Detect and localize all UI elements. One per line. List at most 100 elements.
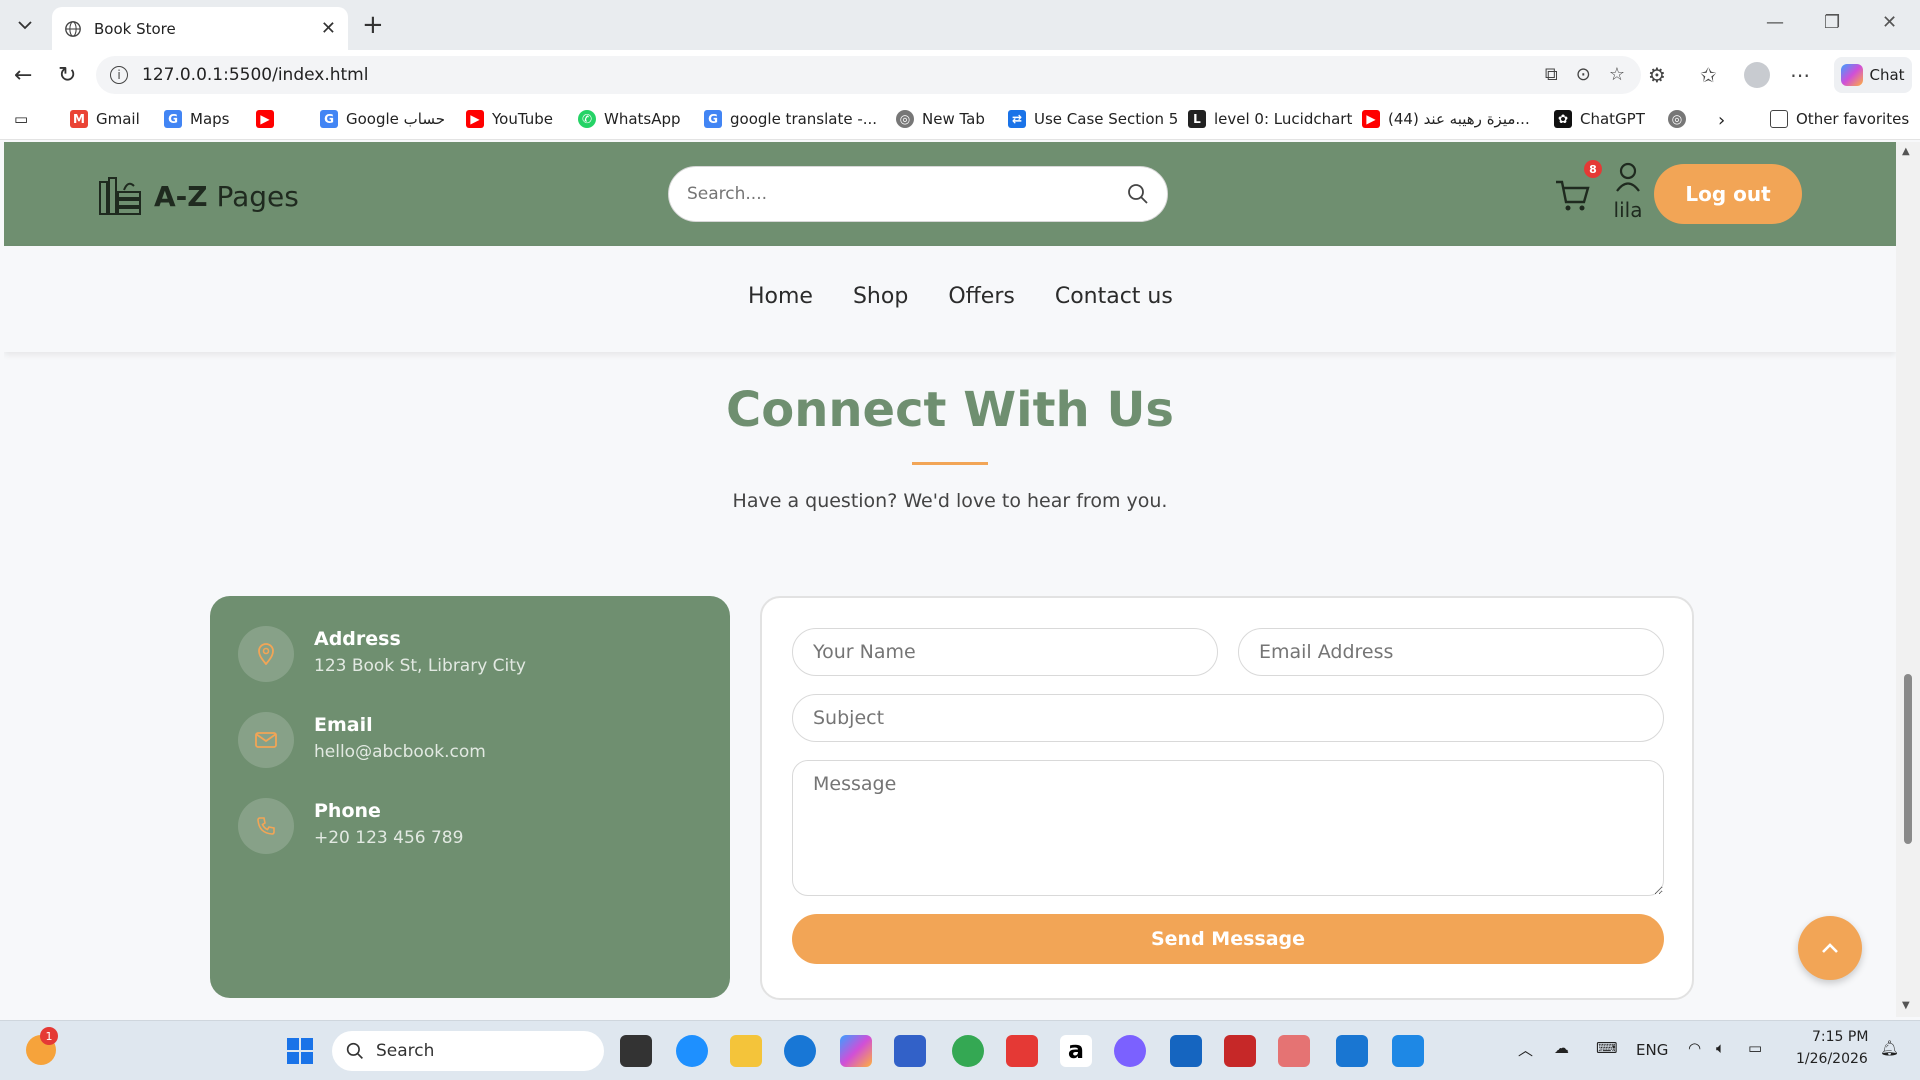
mcafee-icon[interactable]	[1224, 1035, 1256, 1067]
contact-info-card: Address 123 Book St, Library City Email …	[210, 596, 730, 998]
restore-window-icon[interactable]: ❐	[1824, 12, 1840, 33]
tab-title: Book Store	[94, 19, 176, 38]
copilot-chat-button[interactable]: Chat	[1834, 57, 1912, 93]
volume-icon[interactable]: 🔈︎	[1716, 1039, 1725, 1057]
user-profile[interactable]: lila	[1608, 162, 1648, 222]
bookmark-youtube-video[interactable]: ▶ (44) ميزة رهيبه عند...	[1362, 110, 1530, 128]
bookmark-lucidchart[interactable]: Llevel 0: Lucidchart	[1188, 110, 1352, 128]
logout-button[interactable]: Log out	[1654, 164, 1802, 224]
nav-shop[interactable]: Shop	[853, 284, 908, 309]
file-explorer-icon[interactable]	[730, 1035, 762, 1067]
scroll-up-arrow-icon[interactable]: ▲	[1902, 146, 1910, 157]
address-title: Address	[314, 628, 401, 650]
notifications-bell-icon[interactable]: 🔔︎	[1880, 1039, 1899, 1057]
browser-toolbar: ← ↻ i 127.0.0.1:5500/index.html ⧉ ⊙ ☆ ⚙ …	[0, 50, 1920, 100]
wifi-icon[interactable]: ◠	[1688, 1039, 1701, 1057]
youtube-icon: ▶	[256, 110, 274, 128]
extensions-icon[interactable]: ⚙	[1648, 63, 1666, 87]
bookmark-google-translate[interactable]: Ggoogle translate -...	[704, 110, 877, 128]
bookmark-whatsapp[interactable]: ✆ WhatsApp	[578, 110, 681, 128]
minimize-window-icon[interactable]: —	[1766, 12, 1784, 33]
nav-offers[interactable]: Offers	[948, 284, 1015, 309]
bookmark-new-tab[interactable]: ◎ New Tab	[896, 110, 985, 128]
nav-home[interactable]: Home	[748, 284, 813, 309]
main-nav: Home Shop Offers Contact us	[4, 246, 1896, 352]
nav-contact-us[interactable]: Contact us	[1055, 284, 1173, 309]
copilot-app-icon[interactable]	[840, 1035, 872, 1067]
folder-icon	[1770, 110, 1788, 128]
reload-icon[interactable]: ↻	[58, 63, 76, 88]
logo-text: A-Z Pages	[154, 179, 299, 213]
lucidchart-icon: L	[1188, 110, 1206, 128]
vscode-icon[interactable]	[1336, 1035, 1368, 1067]
bookmark-youtube-1[interactable]: ▶	[256, 110, 282, 128]
bookmark-use-case[interactable]: ⇄ Use Case Section 5	[1008, 110, 1178, 128]
cart-icon[interactable]	[1552, 174, 1592, 214]
search-icon[interactable]	[1127, 183, 1149, 205]
search-input[interactable]	[687, 184, 1127, 204]
bookmark-globe[interactable]: ◎	[1668, 110, 1694, 128]
subject-input[interactable]	[792, 694, 1664, 742]
site-logo[interactable]: A-Z Pages	[98, 176, 299, 216]
photos-icon[interactable]	[1392, 1035, 1424, 1067]
edge-icon[interactable]	[784, 1035, 816, 1067]
search-icon	[346, 1042, 363, 1059]
bookmark-youtube[interactable]: ▶ YouTube	[466, 110, 553, 128]
office-icon[interactable]	[1006, 1035, 1038, 1067]
edge-dev-icon[interactable]	[676, 1035, 708, 1067]
task-view-icon[interactable]	[620, 1035, 652, 1067]
onedrive-icon[interactable]: ☁	[1554, 1039, 1569, 1057]
tab-actions-menu-button[interactable]	[8, 8, 42, 42]
copilot-pro-icon[interactable]	[1114, 1035, 1146, 1067]
more-bookmarks-chevron-icon[interactable]: ›	[1718, 110, 1725, 131]
scrollbar-thumb[interactable]	[1904, 674, 1912, 844]
profile-avatar[interactable]	[1744, 62, 1770, 88]
address-bar[interactable]: i 127.0.0.1:5500/index.html ⧉ ⊙ ☆	[96, 56, 1641, 94]
more-menu-icon[interactable]: ⋯	[1790, 63, 1810, 87]
windows-start-icon[interactable]	[286, 1037, 314, 1065]
bookmark-chatgpt[interactable]: ✿ ChatGPT	[1554, 110, 1645, 128]
more-tools-icon[interactable]: ⊙	[1576, 64, 1591, 85]
url-text[interactable]: 127.0.0.1:5500/index.html	[142, 65, 368, 85]
new-tab-button[interactable]: +	[362, 12, 384, 38]
contact-form: Send Message	[760, 596, 1694, 1000]
contact-phone: Phone +20 123 456 789	[238, 796, 702, 882]
copilot-icon	[1841, 64, 1864, 86]
bookmark-gmail[interactable]: M Gmail	[70, 110, 140, 128]
bookmark-maps[interactable]: G Maps	[164, 110, 229, 128]
amazon-icon[interactable]: a	[1060, 1035, 1092, 1067]
bookmark-google-account[interactable]: G Google حساب	[320, 110, 445, 128]
name-input[interactable]	[792, 628, 1218, 676]
globe-icon: ◎	[896, 110, 914, 128]
sidebar-toggle-icon[interactable]: ▭	[14, 110, 28, 128]
language-indicator[interactable]: ENG	[1636, 1041, 1668, 1059]
close-window-icon[interactable]: ✕	[1882, 12, 1897, 33]
page-scrollbar[interactable]: ▲ ▼	[1896, 142, 1920, 1017]
address-value: 123 Book St, Library City	[314, 656, 526, 676]
email-input[interactable]	[1238, 628, 1664, 676]
outlook-icon[interactable]	[1170, 1035, 1202, 1067]
translate-icon[interactable]: ⧉	[1545, 64, 1558, 85]
keyboard-icon[interactable]: ⌨	[1596, 1039, 1618, 1057]
other-favorites-folder[interactable]: Other favorites	[1770, 110, 1909, 128]
chrome-icon[interactable]	[952, 1035, 984, 1067]
contact-address: Address 123 Book St, Library City	[238, 624, 702, 710]
battery-icon[interactable]: ▭	[1748, 1039, 1762, 1057]
clock-date[interactable]: 1/26/2026	[1796, 1051, 1868, 1067]
send-message-button[interactable]: Send Message	[792, 914, 1664, 964]
message-textarea[interactable]	[792, 760, 1664, 896]
favorite-star-icon[interactable]: ☆	[1609, 64, 1625, 85]
close-tab-icon[interactable]: ✕	[321, 18, 336, 39]
browser-tab-active[interactable]: Book Store ✕	[52, 7, 348, 50]
snipping-tool-icon[interactable]	[1278, 1035, 1310, 1067]
search-bar	[668, 166, 1168, 222]
site-info-icon[interactable]: i	[110, 66, 128, 84]
taskbar-search[interactable]: Search	[332, 1031, 604, 1071]
scroll-to-top-button[interactable]	[1798, 916, 1862, 980]
store-icon[interactable]	[894, 1035, 926, 1067]
favorites-icon[interactable]: ✩	[1700, 63, 1717, 87]
back-arrow-icon[interactable]: ←	[14, 63, 32, 88]
clock-time[interactable]: 7:15 PM	[1812, 1029, 1868, 1045]
tray-overflow-chevron-icon[interactable]: ︿	[1518, 1039, 1533, 1060]
scroll-down-arrow-icon[interactable]: ▼	[1902, 1000, 1910, 1011]
